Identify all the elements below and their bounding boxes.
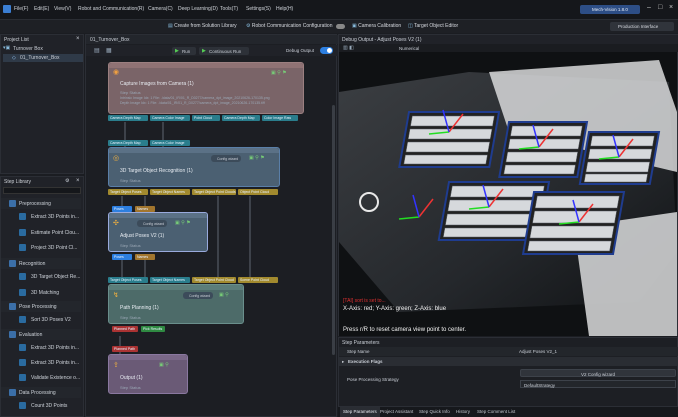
node-status: Step Status (120, 178, 141, 183)
node-title: 3D Target Object Recognition (1) (120, 168, 193, 174)
expand-icon: ▸ (342, 358, 345, 364)
debug-output-title: Debug Output - Adjust Poses V2 (1) (342, 37, 422, 43)
output-icon: ⇪ (113, 362, 119, 369)
port-out[interactable]: Target Object Names (150, 189, 190, 195)
config-wizard-label: Config wizard (189, 293, 211, 298)
pose-strategy-value: DefaultStrategy (524, 382, 556, 388)
node-header (109, 63, 303, 68)
config-wizard-button[interactable]: Config wizard (137, 220, 167, 227)
port-in[interactable]: Scene Point Cloud (238, 277, 278, 283)
view-mode-icon[interactable]: ▥ ◧ (343, 45, 354, 51)
param-row-step-name: Step Name Adjust Poses V2_1 (339, 347, 678, 356)
port-in[interactable]: Target Object Point Cloud (192, 277, 236, 283)
port-out[interactable]: Color Image Raw (262, 115, 298, 121)
recognition-icon: ◎ (113, 155, 120, 162)
node-status: Step Status (120, 385, 141, 390)
node-capture-images[interactable]: ◉ Capture Images from Camera (1) Step St… (108, 62, 304, 114)
node-detail: Intrinsic Image Idx: 1 File: ./data/01_I… (120, 96, 270, 100)
node-title: Adjust Poses V2 (1) (120, 233, 165, 239)
path-planning-icon: ↯ (113, 292, 119, 299)
node-path-planning[interactable]: ↯ Path Planning (1) Step Status Config w… (108, 284, 244, 324)
axis-legend-text: X-Axis: red; Y-Axis: green; Z-Axis: blue (343, 306, 447, 312)
port-out[interactable]: Camera Depth Map (108, 115, 148, 121)
node-status: Step Status (120, 90, 141, 95)
param-row-execution-flags[interactable]: ▸ Execution Flags (339, 357, 678, 366)
tab-project-assistant[interactable]: Project Assistant (377, 407, 416, 417)
node-adjust-poses[interactable]: ✣ Adjust Poses V2 (1) Step Status Config… (108, 212, 208, 252)
pose-strategy-select[interactable]: DefaultStrategy (520, 380, 676, 388)
config-wizard-label: Config wizard (143, 221, 165, 226)
port-in[interactable]: Camera Color Image (150, 140, 190, 146)
port-in[interactable]: Camera Depth Map (108, 140, 148, 146)
port-out[interactable]: Target Object Point Clouds (192, 189, 236, 195)
port-in[interactable]: Planned Path (112, 346, 138, 352)
port-out[interactable]: Object Point Cloud (238, 189, 278, 195)
config-wizard-label: Config wizard (217, 156, 239, 161)
node-status: Step Status (120, 243, 141, 248)
node-tools-icon[interactable]: ▣ ⚲ ⚑ (175, 220, 191, 226)
port-out[interactable]: Poses (112, 254, 132, 260)
node-output[interactable]: ⇪ Output (1) Step Status ▣ ⚲ (108, 354, 188, 394)
node-detail: Depth Image Idx: 1 File: ./data/01_IR/01… (120, 101, 265, 105)
point-cloud-3d-view[interactable] (339, 52, 677, 336)
port-out[interactable]: Camera Depth Map (222, 115, 260, 121)
node-tools-icon[interactable]: ▣ ⚲ (219, 292, 229, 298)
step-name-field[interactable]: Adjust Poses V2_1 (519, 349, 557, 354)
debug-output-header: Debug Output - Adjust Poses V2 (1) (339, 35, 678, 44)
port-out[interactable]: Target Object Poses (108, 189, 148, 195)
param-group-label: Execution Flags (348, 359, 383, 364)
config-wizard-button[interactable]: Config wizard (183, 292, 213, 299)
debug-warning-text: [TAI] sort is set to... (343, 298, 386, 304)
step-parameters-title: Step Parameters (342, 340, 380, 346)
node-title: Output (1) (120, 375, 143, 381)
node-title: Path Planning (1) (120, 305, 159, 311)
port-out[interactable]: Names (135, 254, 155, 260)
node-tools-icon[interactable]: ▣ ⚲ (159, 362, 169, 368)
node-header (109, 148, 279, 153)
node-status: Step Status (120, 315, 141, 320)
adjust-poses-icon: ✣ (113, 220, 119, 227)
debug-view-toolbar: ▥ ◧ Numerical (339, 44, 678, 52)
node-title: Capture Images from Camera (1) (120, 81, 194, 87)
port-out[interactable]: Pick Results (141, 326, 165, 332)
debug-output-panel: Debug Output - Adjust Poses V2 (1) ▥ ◧ N… (338, 34, 678, 336)
tab-step-comment-list[interactable]: Step Comment List (474, 407, 518, 417)
node-header (109, 355, 187, 360)
port-out[interactable]: Point Cloud (192, 115, 220, 121)
reset-view-hint: Press r/R to reset camera view point to … (343, 327, 467, 333)
port-out[interactable]: Camera Color Image (150, 115, 190, 121)
port-out[interactable]: Planned Path (112, 326, 138, 332)
numerical-tab[interactable]: Numerical (399, 46, 419, 51)
port-in[interactable]: Target Object Names (150, 277, 190, 283)
node-header (109, 285, 243, 290)
config-wizard-button[interactable]: Config wizard (211, 155, 241, 162)
port-in[interactable]: Target Object Poses (108, 277, 148, 283)
node-3d-recognition[interactable]: ◎ 3D Target Object Recognition (1) Step … (108, 147, 280, 187)
tab-step-parameters[interactable]: Step Parameters (340, 407, 380, 417)
param-label: Pose Processing Strategy (347, 377, 399, 382)
node-tools-icon[interactable]: ▣ ⚲ ⚑ (249, 155, 265, 161)
tab-history[interactable]: History (453, 407, 473, 417)
camera-icon: ◉ (113, 69, 120, 76)
node-header (109, 213, 207, 218)
param-label: Step Name (347, 349, 370, 354)
tab-step-quick-info[interactable]: Step Quick Info (416, 407, 453, 417)
node-tools-icon[interactable]: ▣ ⚲ ⚑ (271, 70, 287, 76)
